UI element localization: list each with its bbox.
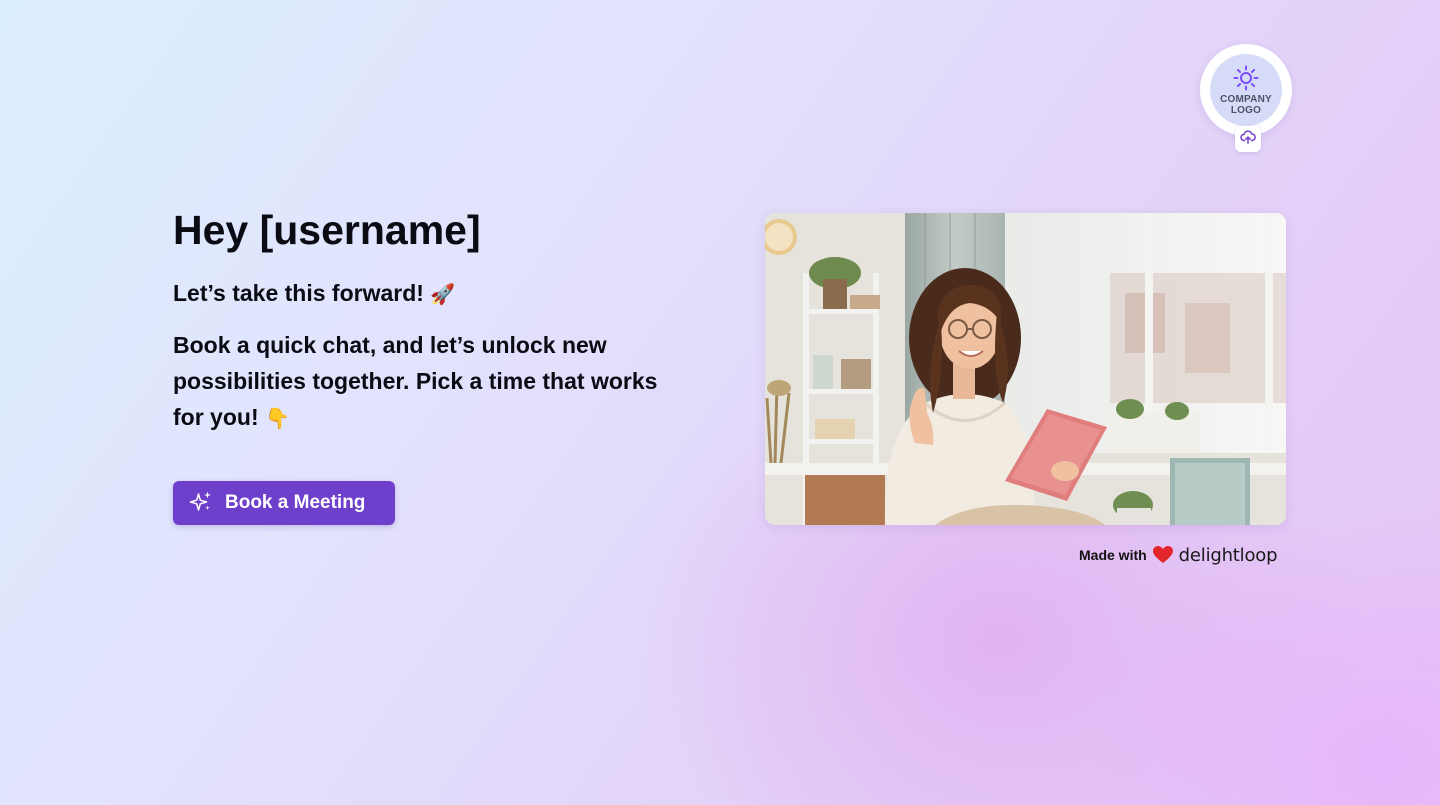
logo-text-line1: COMPANY (1220, 93, 1272, 105)
book-meeting-button[interactable]: Book a Meeting (173, 481, 395, 525)
cloud-upload-icon (1240, 129, 1256, 149)
heart-icon (1147, 546, 1179, 564)
logo-placeholder-text: COMPANY LOGO (1220, 94, 1272, 116)
made-with-label: Made with (1079, 547, 1147, 563)
made-with-branding[interactable]: Made with delightloop (1079, 542, 1278, 568)
hero-photo (765, 213, 1286, 525)
invitation-message-text: Book a quick chat, and let’s unlock new … (173, 332, 658, 430)
subheading: Let’s take this forward! 🚀 (173, 277, 455, 310)
delightloop-brand-name: delightloop (1178, 544, 1278, 566)
landing-page: COMPANY LOGO Hey [username] Let’s take t… (0, 0, 1440, 805)
subheading-text: Let’s take this forward! (173, 280, 424, 306)
pointing-down-emoji-icon: 👇 (265, 406, 290, 430)
sparkles-icon (189, 490, 213, 517)
logo-text-line2: LOGO (1230, 104, 1262, 116)
invitation-message: Book a quick chat, and let’s unlock new … (173, 327, 673, 436)
greeting-headline: Hey [username] (173, 207, 481, 253)
book-meeting-label: Book a Meeting (225, 492, 366, 513)
sun-icon (1233, 65, 1259, 91)
company-logo-placeholder: COMPANY LOGO (1210, 54, 1282, 126)
rocket-emoji-icon: 🚀 (430, 282, 456, 306)
upload-logo-button[interactable] (1235, 126, 1261, 152)
company-logo-badge[interactable]: COMPANY LOGO (1200, 44, 1292, 136)
